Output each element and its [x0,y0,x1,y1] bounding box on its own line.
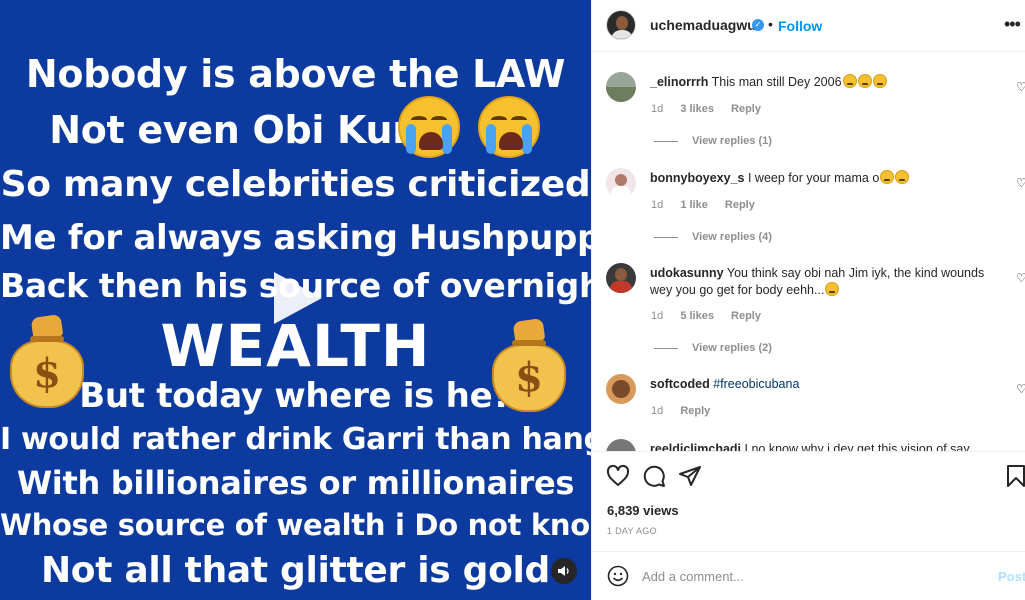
commenter-avatar[interactable] [606,374,636,404]
post-text-line: I would rather drink Garri than hang out [0,422,591,457]
post-comment-button[interactable]: Post [998,569,1025,584]
comment-meta: 1d 1 like Reply [651,199,769,211]
reply-button[interactable]: Reply [680,405,710,417]
header-separator: • [768,16,773,32]
view-count[interactable]: 6,839 views [607,503,679,518]
reply-button[interactable]: Reply [725,199,755,211]
comment-composer: Post [592,551,1025,600]
comment-likes[interactable]: 1 like [680,199,708,211]
commenter-avatar[interactable] [606,263,636,293]
sad-emoji-icon [895,170,910,184]
verified-badge-icon: ✓ [752,19,764,31]
commenter-avatar[interactable] [606,168,636,198]
post-text-line: With billionaires or millionaires [16,464,575,502]
reply-button[interactable]: Reply [731,103,761,115]
comment-age: 1d [651,405,664,417]
play-button[interactable] [268,268,326,328]
comment-input[interactable] [642,565,982,587]
money-bag-icon: $ [490,316,568,416]
post-timestamp[interactable]: 1 DAY AGO [607,526,657,536]
follow-button[interactable]: Follow [778,18,822,34]
commenter-avatar[interactable] [606,439,636,451]
post-text-line: Nobody is above the LAW [25,52,566,96]
like-comment-icon[interactable]: ♡ [1016,382,1025,396]
author-avatar[interactable] [606,10,636,40]
comment-text: I weep for your mama o [747,171,880,185]
comment-text: I no know why i dey get this vision of s… [744,442,970,451]
post-sidebar: uchemaduagwu ✓ • Follow ••• _elinorrrh T… [591,0,1025,600]
post-text-line: Not even Obi Kunu [49,108,446,152]
comment-username[interactable]: udokasunny [650,266,724,280]
post-media[interactable]: Nobody is above the LAW Not even Obi Kun… [0,0,591,600]
share-icon[interactable] [678,464,702,493]
speaker-icon [558,566,569,576]
play-icon [274,272,322,324]
comment-likes[interactable]: 3 likes [680,103,714,115]
crying-emoji-icon [398,96,460,158]
comment-username[interactable]: _elinorrrh [650,75,708,89]
emoji-picker-icon[interactable] [607,565,629,592]
comment-age: 1d [651,310,664,322]
post-header: uchemaduagwu ✓ • Follow ••• [592,0,1025,52]
comment-meta: 1d 5 likes Reply [651,310,775,322]
sad-emoji-icon [825,282,840,296]
save-bookmark-icon[interactable] [1006,464,1025,493]
view-replies-button[interactable]: View replies (4) [654,231,772,243]
post-text-line: Whose source of wealth i Do not know [0,508,591,542]
post-text-line: Not all that glitter is gold [40,550,551,591]
joy-emoji-icon [857,74,872,88]
like-icon[interactable] [606,464,630,493]
comment-icon[interactable] [642,464,666,493]
reply-button[interactable]: Reply [731,310,761,322]
comment-hashtag[interactable]: #freeobicubana [713,377,799,391]
more-options-icon[interactable]: ••• [1004,14,1021,35]
joy-emoji-icon [842,74,857,88]
joy-emoji-icon [872,74,887,88]
comment-age: 1d [651,199,664,211]
comment-username[interactable]: bonnyboyexy_s [650,171,744,185]
post-text-line: Me for always asking Hushpuppi [0,218,591,258]
commenter-avatar[interactable] [606,72,636,102]
like-comment-icon[interactable]: ♡ [1016,271,1025,285]
audio-toggle-button[interactable] [551,558,577,584]
like-comment-icon[interactable]: ♡ [1016,80,1025,94]
view-replies-button[interactable]: View replies (2) [654,342,772,354]
view-replies-button[interactable]: View replies (1) [654,135,772,147]
like-comment-icon[interactable]: ♡ [1016,176,1025,190]
crying-emoji-icon [478,96,540,158]
comments-list[interactable]: _elinorrrh This man still Dey 2006 ♡ 1d … [592,53,1025,451]
comment-text: This man still Dey 2006 [711,75,842,89]
author-username[interactable]: uchemaduagwu [650,17,756,33]
comment-meta: 1d Reply [651,405,724,417]
comment-username[interactable]: reeldiclimchadi [650,442,741,451]
comment-likes[interactable]: 5 likes [680,310,714,322]
comment-username[interactable]: softcoded [650,377,710,391]
comment-age: 1d [651,103,664,115]
post-text-line: So many celebrities criticized [0,164,591,205]
comment-meta: 1d 3 likes Reply [651,103,775,115]
sad-emoji-icon [880,170,895,184]
money-bag-icon: $ [8,312,86,412]
